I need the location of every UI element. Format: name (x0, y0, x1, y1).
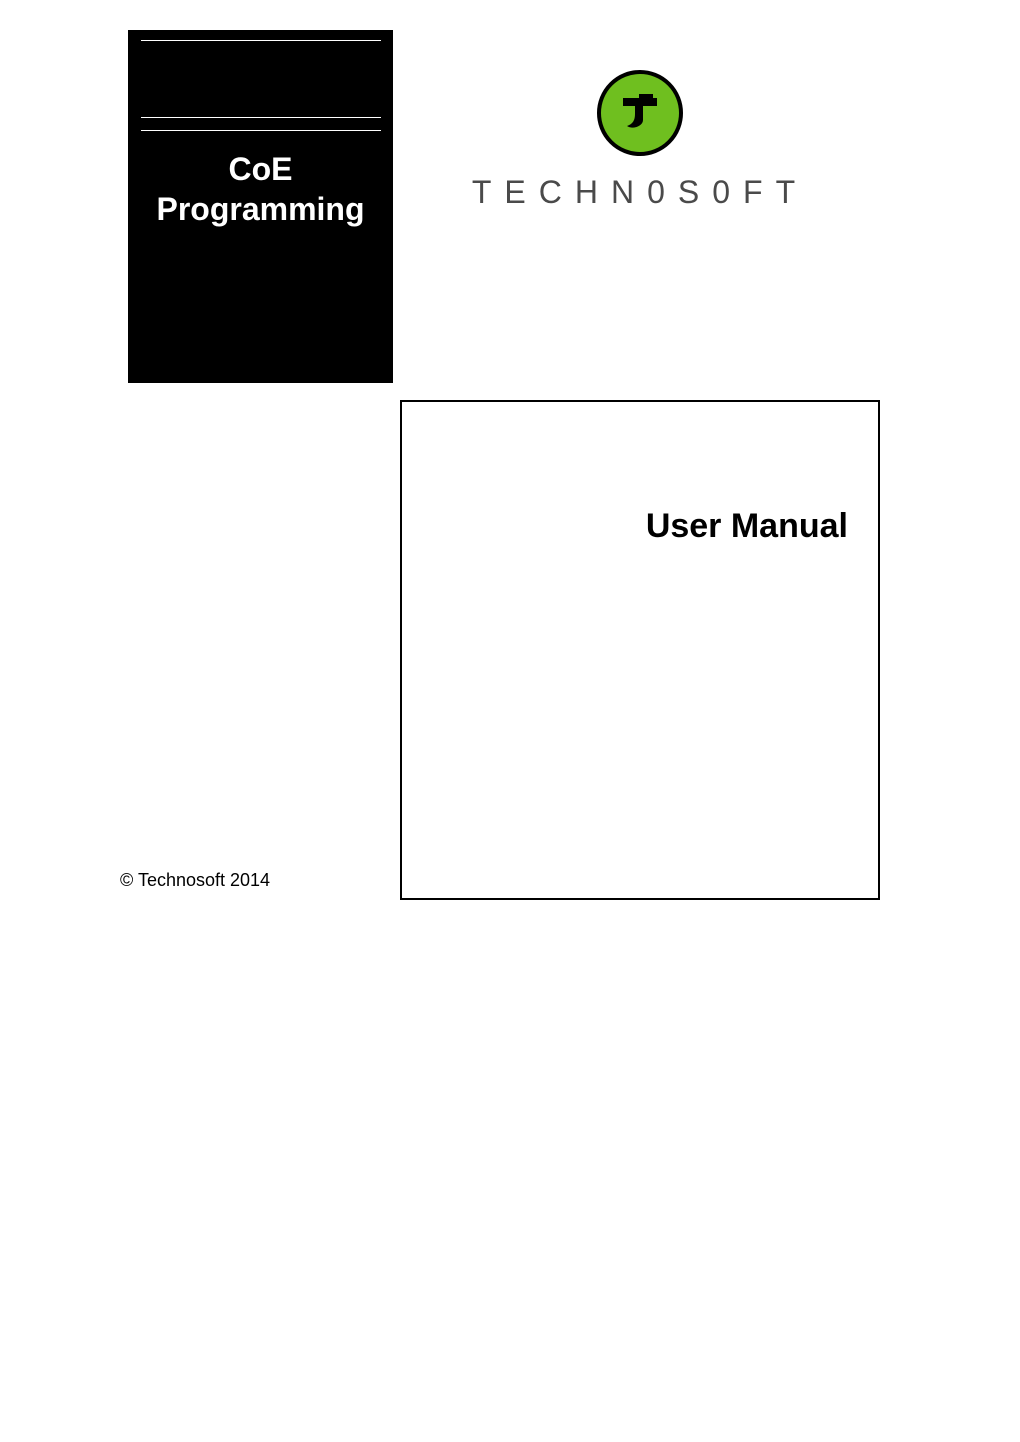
copyright-text: © Technosoft 2014 (120, 870, 270, 891)
doc-title-line1: CoE (229, 151, 293, 187)
title-black-box: CoE Programming (128, 30, 393, 383)
manual-box: User Manual (400, 400, 880, 900)
brand-logo-icon (597, 70, 683, 156)
divider (141, 117, 381, 118)
divider (141, 130, 381, 131)
divider-group (141, 117, 381, 143)
manual-title: User Manual (646, 507, 848, 546)
doc-title: CoE Programming (156, 149, 364, 229)
doc-title-line2: Programming (156, 191, 364, 227)
divider (141, 40, 381, 41)
logo-area: TECHN0S0FT (410, 70, 870, 211)
brand-name: TECHN0S0FT (472, 174, 808, 211)
